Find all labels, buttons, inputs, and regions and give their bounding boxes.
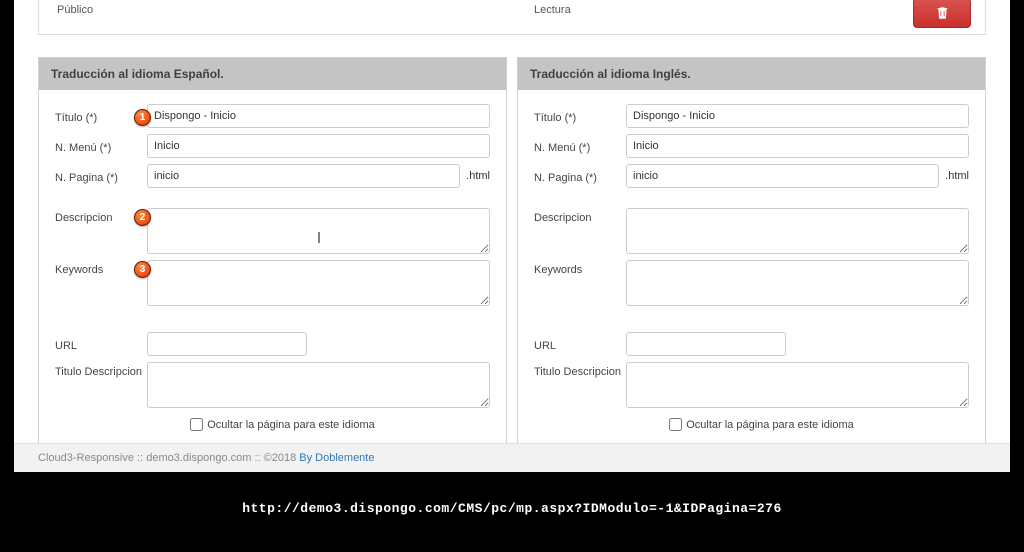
input-es-title[interactable] xyxy=(147,104,490,128)
label-en-titledesc: Titulo Descripcion xyxy=(534,362,626,378)
label-es-title: Título (*) 1 xyxy=(55,108,147,124)
label-es-titledesc: Titulo Descripcion xyxy=(55,362,147,378)
panel-spanish: Traducción al idioma Español. Título (*)… xyxy=(38,57,507,448)
input-es-desc[interactable] xyxy=(147,208,490,254)
label-es-hide: Ocultar la página para este idioma xyxy=(207,419,375,431)
input-en-url[interactable] xyxy=(626,332,786,356)
label-en-desc: Descripcion xyxy=(534,208,626,224)
checkbox-es-hide[interactable] xyxy=(190,418,203,431)
input-en-desc[interactable] xyxy=(626,208,969,254)
label-en-menu: N. Menú (*) xyxy=(534,138,626,154)
input-en-keywords[interactable] xyxy=(626,260,969,306)
label-es-desc: Descripcion 2 xyxy=(55,208,147,224)
input-es-page[interactable] xyxy=(147,164,460,188)
input-es-titledesc[interactable] xyxy=(147,362,490,408)
label-es-page: N. Pagina (*) xyxy=(55,168,147,184)
footer: Cloud3-Responsive :: demo3.dispongo.com … xyxy=(14,443,1010,472)
panel-english: Traducción al idioma Inglés. Título (*) … xyxy=(517,57,986,448)
panel-spanish-header: Traducción al idioma Español. xyxy=(39,58,506,90)
input-es-menu[interactable] xyxy=(147,134,490,158)
footer-text: Cloud3-Responsive :: demo3.dispongo.com … xyxy=(38,452,299,464)
url-caption: http://demo3.dispongo.com/CMS/pc/mp.aspx… xyxy=(0,501,1024,516)
input-en-menu[interactable] xyxy=(626,134,969,158)
label-en-keywords: Keywords xyxy=(534,260,626,276)
suffix-en-html: .html xyxy=(945,170,969,182)
panel-english-header: Traducción al idioma Inglés. xyxy=(518,58,985,90)
input-en-title[interactable] xyxy=(626,104,969,128)
label-en-page: N. Pagina (*) xyxy=(534,168,626,184)
label-en-hide: Ocultar la página para este idioma xyxy=(686,419,854,431)
annotation-badge-2: 2 xyxy=(134,209,151,226)
label-en-title: Título (*) xyxy=(534,108,626,124)
input-es-url[interactable] xyxy=(147,332,307,356)
input-en-titledesc[interactable] xyxy=(626,362,969,408)
checkbox-en-hide[interactable] xyxy=(669,418,682,431)
label-es-keywords: Keywords 3 xyxy=(55,260,147,276)
label-es-url: URL xyxy=(55,336,147,352)
label-es-menu: N. Menú (*) xyxy=(55,138,147,154)
footer-link[interactable]: By Doblemente xyxy=(299,452,374,464)
access-row: Público Lectura xyxy=(38,0,986,35)
access-public-label: Público xyxy=(57,0,512,16)
annotation-badge-3: 3 xyxy=(134,261,151,278)
trash-icon xyxy=(936,6,949,20)
delete-button[interactable] xyxy=(913,0,971,28)
input-en-page[interactable] xyxy=(626,164,939,188)
label-en-url: URL xyxy=(534,336,626,352)
input-es-keywords[interactable] xyxy=(147,260,490,306)
suffix-es-html: .html xyxy=(466,170,490,182)
access-read-label: Lectura xyxy=(512,0,967,16)
annotation-badge-1: 1 xyxy=(134,109,151,126)
